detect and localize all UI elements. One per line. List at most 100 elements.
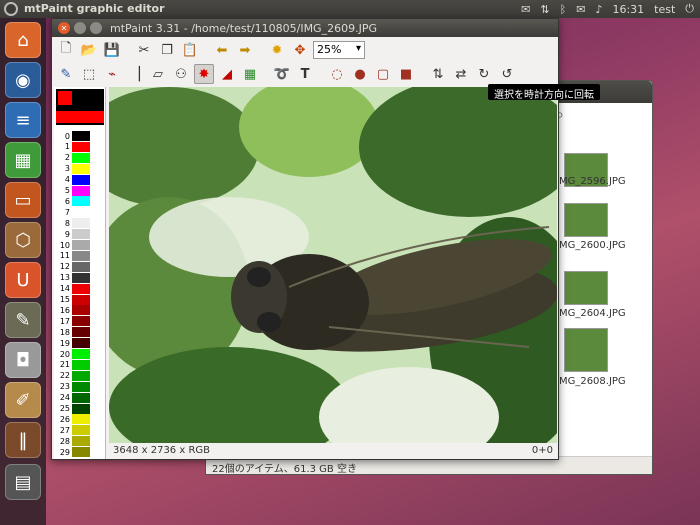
file-thumbnail[interactable] [564, 271, 608, 305]
palette-swatch[interactable]: 28 [56, 436, 90, 447]
file-label[interactable]: IMG_2604.JPG [556, 308, 646, 319]
zoom-select[interactable]: 25% [313, 41, 365, 59]
swatch-color[interactable] [72, 207, 90, 218]
rectangle-outline-icon[interactable]: ▢ [373, 64, 393, 84]
file-label[interactable]: IMG_2596.JPG [556, 176, 646, 187]
swatch-color[interactable] [72, 349, 90, 359]
pencil-icon[interactable]: ✎ [56, 64, 76, 84]
swatch-color[interactable] [72, 261, 90, 272]
paint-icon[interactable]: ✐ [5, 382, 41, 418]
workspace-icon[interactable]: ▤ [5, 464, 41, 500]
swatch-color[interactable] [72, 392, 90, 403]
pan-icon[interactable]: ✥ [290, 40, 310, 60]
rotate-clockwise-icon[interactable]: ↻ [474, 64, 494, 84]
cut-icon[interactable]: ✂ [134, 40, 154, 60]
editor-titlebar[interactable]: ✕ mtPaint 3.31 - /home/test/110805/IMG_2… [52, 19, 558, 37]
swatch-color[interactable] [72, 272, 90, 283]
undo-icon[interactable]: ⬅ [212, 40, 232, 60]
swatch-color[interactable] [72, 327, 90, 338]
swatch-color[interactable] [72, 381, 90, 392]
copy-icon[interactable]: ❐ [157, 40, 177, 60]
palette-swatch[interactable]: 15 [56, 294, 90, 305]
clock[interactable]: 16:31 [612, 3, 644, 16]
software-center-icon[interactable]: ⬡ [5, 222, 41, 258]
file-thumbnail[interactable] [564, 203, 608, 237]
palette-swatch[interactable]: 13 [56, 272, 90, 283]
swatch-color[interactable] [72, 436, 90, 447]
swatch-color[interactable] [72, 414, 90, 425]
swatch-color[interactable] [72, 131, 90, 141]
palette-swatch[interactable]: 22 [56, 370, 90, 381]
paste-icon[interactable]: 📋 [180, 40, 200, 60]
writer-icon[interactable]: ≡ [5, 102, 41, 138]
text-icon[interactable]: T [295, 64, 315, 84]
swatch-color[interactable] [72, 240, 90, 250]
eraser-icon[interactable]: ▱ [148, 64, 168, 84]
brightness-icon[interactable]: ✹ [267, 40, 287, 60]
clone-icon[interactable]: ⚇ [171, 64, 191, 84]
palette-swatch[interactable]: 10 [56, 240, 90, 250]
user-name[interactable]: test [654, 3, 675, 16]
impress-icon[interactable]: ▭ [5, 182, 41, 218]
swatch-color[interactable] [72, 185, 90, 196]
swatch-color[interactable] [72, 294, 90, 305]
palette-swatch[interactable]: 27 [56, 425, 90, 436]
swatch-color[interactable] [72, 174, 90, 185]
file-label[interactable]: IMG_2600.JPG [556, 240, 646, 251]
ubuntu-one-icon[interactable]: U [5, 262, 41, 298]
swatch-color[interactable] [72, 338, 90, 349]
palette-swatch[interactable]: 26 [56, 414, 90, 425]
minimize-button[interactable] [74, 22, 86, 34]
palette-swatch[interactable]: 7 [56, 207, 90, 218]
flip-vertical-icon[interactable]: ⇅ [428, 64, 448, 84]
image-canvas[interactable] [109, 87, 557, 443]
palette-swatch[interactable]: 17 [56, 316, 90, 327]
file-label[interactable]: IMG_2608.JPG [556, 376, 646, 387]
swatch-color[interactable] [72, 163, 90, 174]
crayons-icon[interactable]: ‖ [5, 422, 41, 458]
dash-home-button[interactable] [4, 2, 18, 16]
calc-icon[interactable]: ▦ [5, 142, 41, 178]
select-icon[interactable]: ⬚ [79, 64, 99, 84]
power-icon[interactable]: ⏻ [685, 2, 694, 16]
swatch-color[interactable] [72, 447, 90, 458]
swatch-color[interactable] [72, 403, 90, 414]
flood-fill-icon[interactable]: ◢ [217, 64, 237, 84]
bluetooth-icon[interactable]: ᛒ [560, 3, 567, 16]
palette-swatch[interactable]: 5 [56, 185, 90, 196]
palette-swatch[interactable]: 8 [56, 218, 90, 229]
palette-swatch[interactable]: 3 [56, 163, 90, 174]
swatch-color[interactable] [72, 316, 90, 327]
camera-icon[interactable]: ◘ [5, 342, 41, 378]
swatch-color[interactable] [72, 229, 90, 240]
swatch-color[interactable] [72, 196, 90, 207]
maximize-button[interactable] [90, 22, 102, 34]
keyboard-icon[interactable]: ✉ [521, 3, 530, 16]
palette-swatch[interactable]: 24 [56, 392, 90, 403]
network-icon[interactable]: ⇅ [540, 3, 549, 16]
volume-icon[interactable]: ♪ [595, 3, 602, 16]
swatch-color[interactable] [72, 425, 90, 436]
palette-swatch[interactable]: 29 [56, 447, 90, 458]
flip-horizontal-icon[interactable]: ⇄ [451, 64, 471, 84]
swatch-color[interactable] [72, 283, 90, 294]
palette-swatch[interactable]: 0 [56, 131, 90, 141]
file-thumbnail[interactable] [564, 328, 608, 372]
swatch-color[interactable] [72, 250, 90, 261]
palette-swatch[interactable]: 12 [56, 261, 90, 272]
home-folder-icon[interactable]: ⌂ [5, 22, 41, 58]
smudge-icon[interactable]: ⌁ [102, 64, 122, 84]
swatch-color[interactable] [72, 370, 90, 381]
swatch-color[interactable] [72, 152, 90, 163]
palette-swatch[interactable]: 23 [56, 381, 90, 392]
rotate-counterclockwise-icon[interactable]: ↺ [497, 64, 517, 84]
palette-swatch[interactable]: 6 [56, 196, 90, 207]
open-file-icon[interactable]: 📂 [79, 40, 99, 60]
mail-icon[interactable]: ✉ [576, 3, 585, 16]
palette-swatch[interactable]: 19 [56, 338, 90, 349]
palette-swatch[interactable]: 11 [56, 250, 90, 261]
redo-icon[interactable]: ➡ [235, 40, 255, 60]
palette-swatch[interactable]: 4 [56, 174, 90, 185]
lasso-icon[interactable]: ➰ [272, 64, 292, 84]
palette-swatch[interactable]: 9 [56, 229, 90, 240]
